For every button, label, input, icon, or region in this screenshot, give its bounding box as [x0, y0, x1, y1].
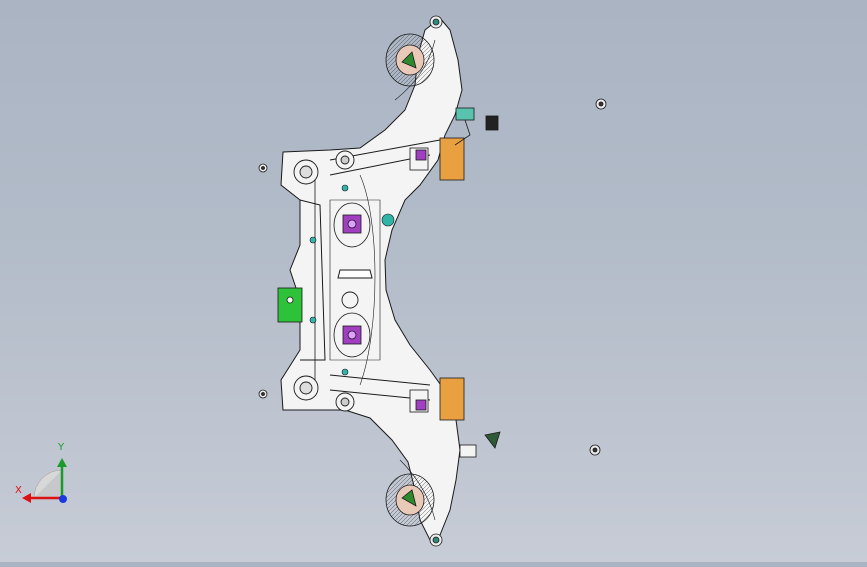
y-axis-label: Y — [58, 442, 65, 453]
z-axis-dot — [59, 495, 67, 503]
green-bracket[interactable] — [277, 287, 303, 323]
coordinate-triad — [22, 458, 67, 503]
engine-mount-lower[interactable] — [333, 312, 371, 358]
graphics-viewport[interactable]: X Y — [0, 0, 867, 562]
sensor-bracket-lower[interactable] — [459, 431, 501, 458]
subframe-assembly[interactable] — [280, 17, 463, 541]
x-axis-label: X — [15, 485, 22, 496]
engine-mount-upper[interactable] — [333, 202, 371, 248]
cad-model-canvas[interactable] — [0, 0, 867, 562]
